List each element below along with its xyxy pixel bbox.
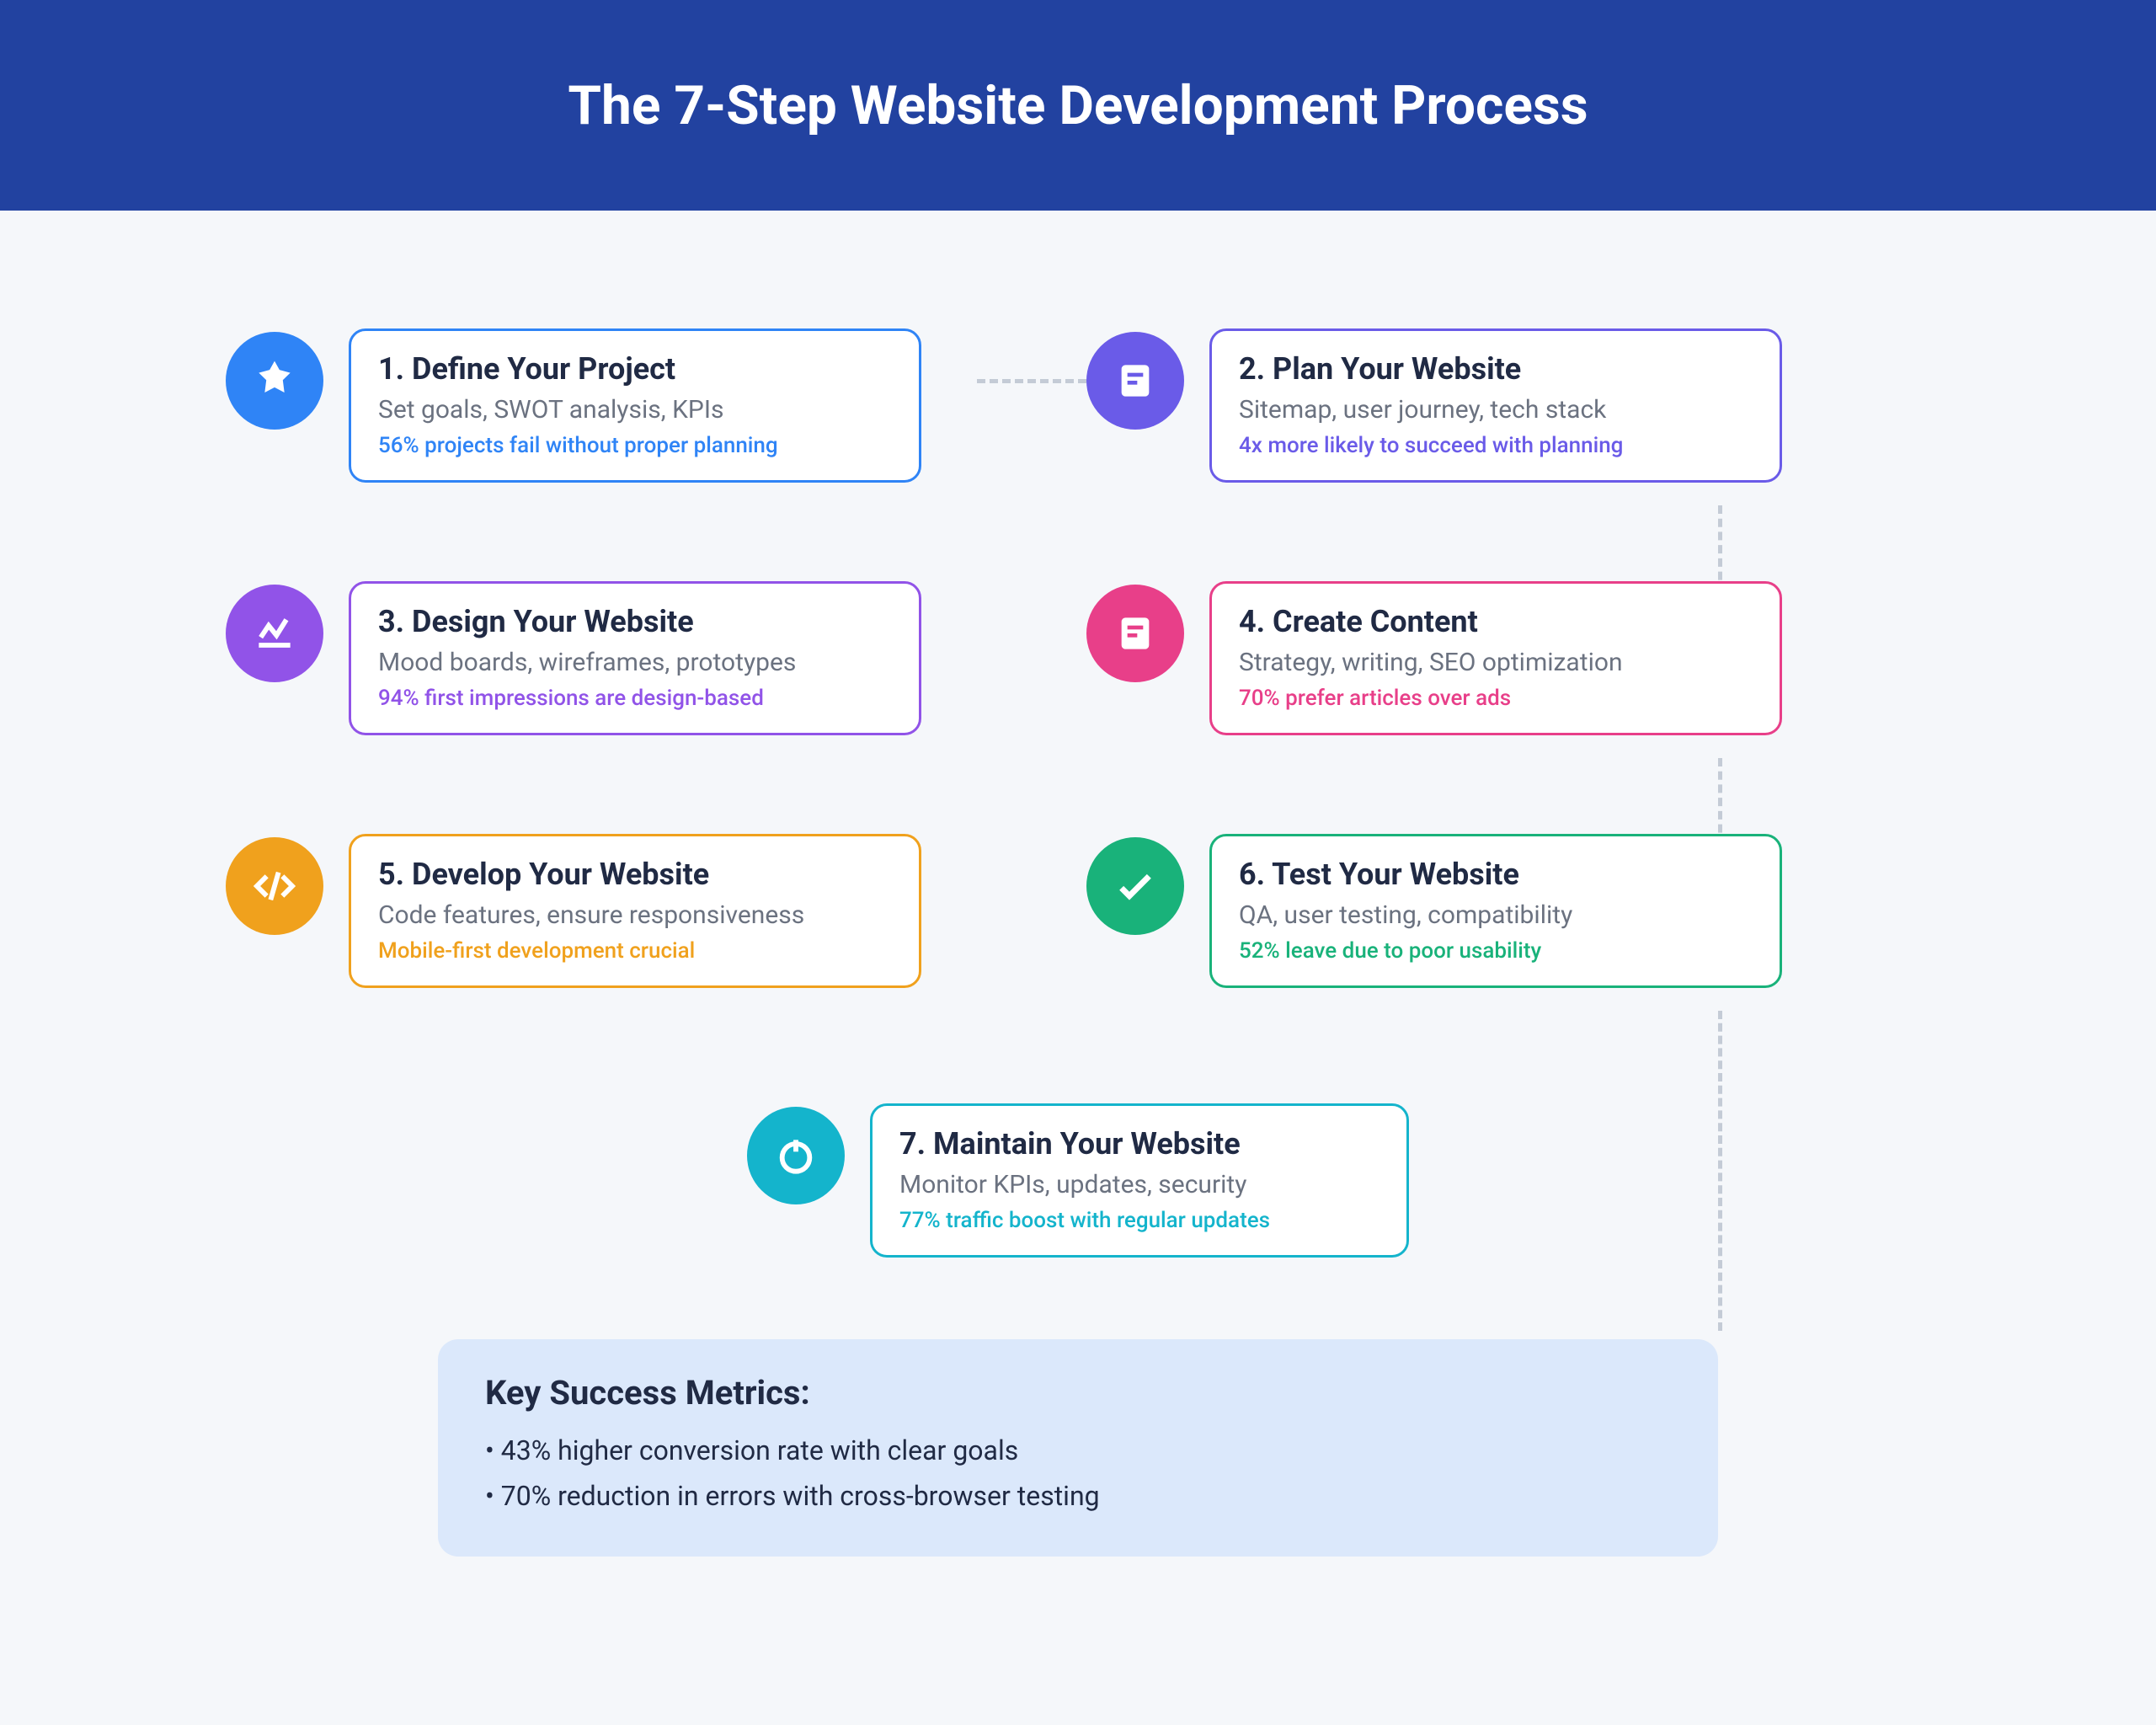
step-1-title: 1. Define Your Project	[378, 351, 892, 387]
document-icon	[1086, 332, 1184, 430]
step-5-stat: Mobile-first development crucial	[378, 938, 892, 964]
code-icon	[226, 837, 323, 935]
connector-6-7	[1718, 1011, 1722, 1331]
connector-1-2	[977, 379, 1086, 383]
check-icon	[1086, 837, 1184, 935]
step-2-title: 2. Plan Your Website	[1239, 351, 1753, 387]
diagram-canvas: 1. Define Your Project Set goals, SWOT a…	[0, 211, 2156, 1725]
step-6-sub: QA, user testing, compatibility	[1239, 900, 1753, 930]
document-icon	[1086, 585, 1184, 682]
step-4-sub: Strategy, writing, SEO optimization	[1239, 648, 1753, 677]
step-4: 4. Create Content Strategy, writing, SEO…	[1086, 581, 1782, 735]
step-7-title: 7. Maintain Your Website	[899, 1126, 1380, 1162]
step-2: 2. Plan Your Website Sitemap, user journ…	[1086, 328, 1782, 483]
step-5: 5. Develop Your Website Code features, e…	[226, 834, 921, 988]
metrics-item-1: • 43% higher conversion rate with clear …	[485, 1428, 1671, 1473]
step-1-card: 1. Define Your Project Set goals, SWOT a…	[349, 328, 921, 483]
step-3-card: 3. Design Your Website Mood boards, wire…	[349, 581, 921, 735]
step-7-sub: Monitor KPIs, updates, security	[899, 1170, 1380, 1199]
chart-line-icon	[226, 585, 323, 682]
metrics-title: Key Success Metrics:	[485, 1373, 1671, 1413]
metrics-item-2: • 70% reduction in errors with cross-bro…	[485, 1473, 1671, 1519]
step-7-stat: 77% traffic boost with regular updates	[899, 1208, 1380, 1233]
step-5-card: 5. Develop Your Website Code features, e…	[349, 834, 921, 988]
step-1: 1. Define Your Project Set goals, SWOT a…	[226, 328, 921, 483]
step-2-card: 2. Plan Your Website Sitemap, user journ…	[1209, 328, 1782, 483]
page-title: The 7-Step Website Development Process	[568, 74, 1588, 137]
step-5-title: 5. Develop Your Website	[378, 857, 892, 892]
star-icon	[226, 332, 323, 430]
step-2-stat: 4x more likely to succeed with planning	[1239, 433, 1753, 458]
step-1-sub: Set goals, SWOT analysis, KPIs	[378, 395, 892, 425]
header: The 7-Step Website Development Process	[0, 0, 2156, 211]
power-icon	[747, 1107, 845, 1204]
step-4-card: 4. Create Content Strategy, writing, SEO…	[1209, 581, 1782, 735]
metrics-box: Key Success Metrics: • 43% higher conver…	[438, 1339, 1718, 1557]
step-6-title: 6. Test Your Website	[1239, 857, 1753, 892]
step-6-card: 6. Test Your Website QA, user testing, c…	[1209, 834, 1782, 988]
step-2-sub: Sitemap, user journey, tech stack	[1239, 395, 1753, 425]
step-3: 3. Design Your Website Mood boards, wire…	[226, 581, 921, 735]
step-7: 7. Maintain Your Website Monitor KPIs, u…	[747, 1103, 1409, 1258]
step-3-title: 3. Design Your Website	[378, 604, 892, 639]
step-6-stat: 52% leave due to poor usability	[1239, 938, 1753, 964]
step-6: 6. Test Your Website QA, user testing, c…	[1086, 834, 1782, 988]
step-3-stat: 94% first impressions are design-based	[378, 686, 892, 711]
step-5-sub: Code features, ensure responsiveness	[378, 900, 892, 930]
step-3-sub: Mood boards, wireframes, prototypes	[378, 648, 892, 677]
step-4-title: 4. Create Content	[1239, 604, 1753, 639]
step-1-stat: 56% projects fail without proper plannin…	[378, 433, 892, 458]
step-7-card: 7. Maintain Your Website Monitor KPIs, u…	[870, 1103, 1409, 1258]
step-4-stat: 70% prefer articles over ads	[1239, 686, 1753, 711]
